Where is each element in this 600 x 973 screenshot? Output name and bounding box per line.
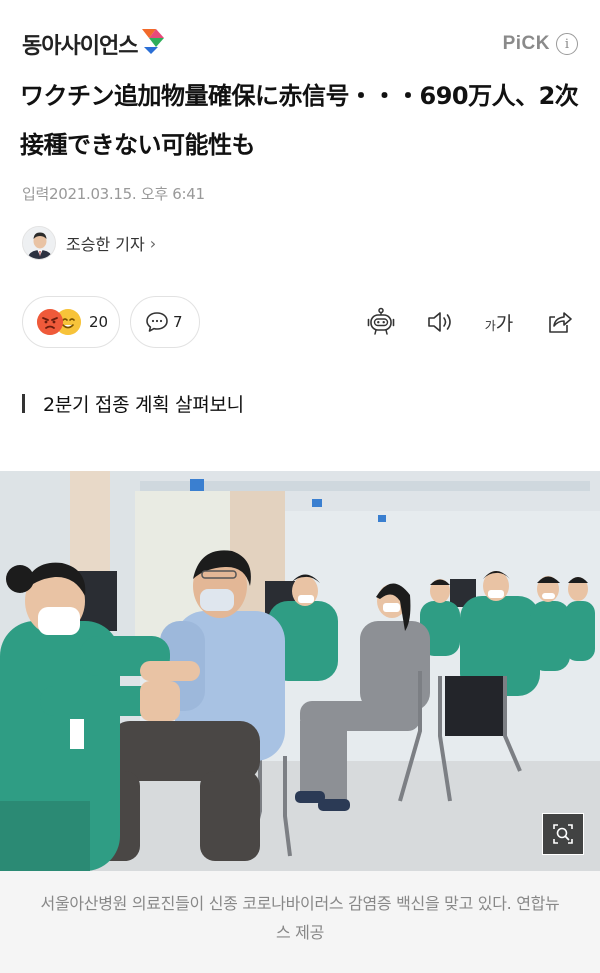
article-date: 입력2021.03.15. 오후 6:41 xyxy=(22,185,205,203)
photo-zoom-button[interactable] xyxy=(542,813,584,855)
subheading-text: 2분기 접종 계획 살펴보니 xyxy=(43,394,244,416)
speech-bubble-icon xyxy=(146,312,168,332)
angry-emoji-icon xyxy=(37,309,63,335)
site-logo[interactable]: 동아사이언스 xyxy=(22,28,168,60)
top-bar: 동아사이언스 PiCK i xyxy=(0,0,600,80)
speaker-icon xyxy=(428,312,451,332)
reporter-link[interactable]: 조승한 기자 › xyxy=(22,226,156,260)
audio-button[interactable] xyxy=(424,306,458,338)
reaction-count: 20 xyxy=(89,313,109,331)
reactions-button[interactable]: 20 xyxy=(22,296,120,348)
vaccination-photo xyxy=(0,471,600,871)
article-title: ワクチン追加物量確保に赤信号・・・690万人、2次接種できない可能性も xyxy=(20,82,579,159)
logo-text: 동아사이언스 xyxy=(22,34,138,59)
reporter-avatar xyxy=(22,226,56,260)
share-button[interactable] xyxy=(542,306,576,338)
comment-count: 7 xyxy=(173,313,183,331)
share-icon xyxy=(549,312,572,333)
article-photo[interactable] xyxy=(0,471,600,871)
info-icon[interactable]: i xyxy=(556,33,578,55)
article-subheading: 2분기 접종 계획 살펴보니 xyxy=(22,390,244,417)
photo-caption: 서울아산병원 의료진들이 신종 코로나바이러스 감염증 백신을 맞고 있다. 연… xyxy=(0,871,600,973)
subheading-bar xyxy=(22,394,25,413)
logo-mark-icon xyxy=(142,29,165,54)
pick-label: PiCK xyxy=(502,33,550,54)
summary-bot-button[interactable] xyxy=(364,306,398,338)
pick-badge[interactable]: PiCK i xyxy=(503,33,578,55)
robot-icon xyxy=(367,307,395,335)
font-size-icon: 가가 xyxy=(484,312,514,335)
reporter-name: 조승한 기자 xyxy=(66,235,145,254)
magnify-icon xyxy=(553,824,573,844)
chevron-right-icon: › xyxy=(149,233,157,253)
comments-button[interactable]: 7 xyxy=(130,296,200,348)
font-size-button[interactable]: 가가 xyxy=(482,306,516,338)
action-bar: 20 7 가가 xyxy=(22,296,582,348)
